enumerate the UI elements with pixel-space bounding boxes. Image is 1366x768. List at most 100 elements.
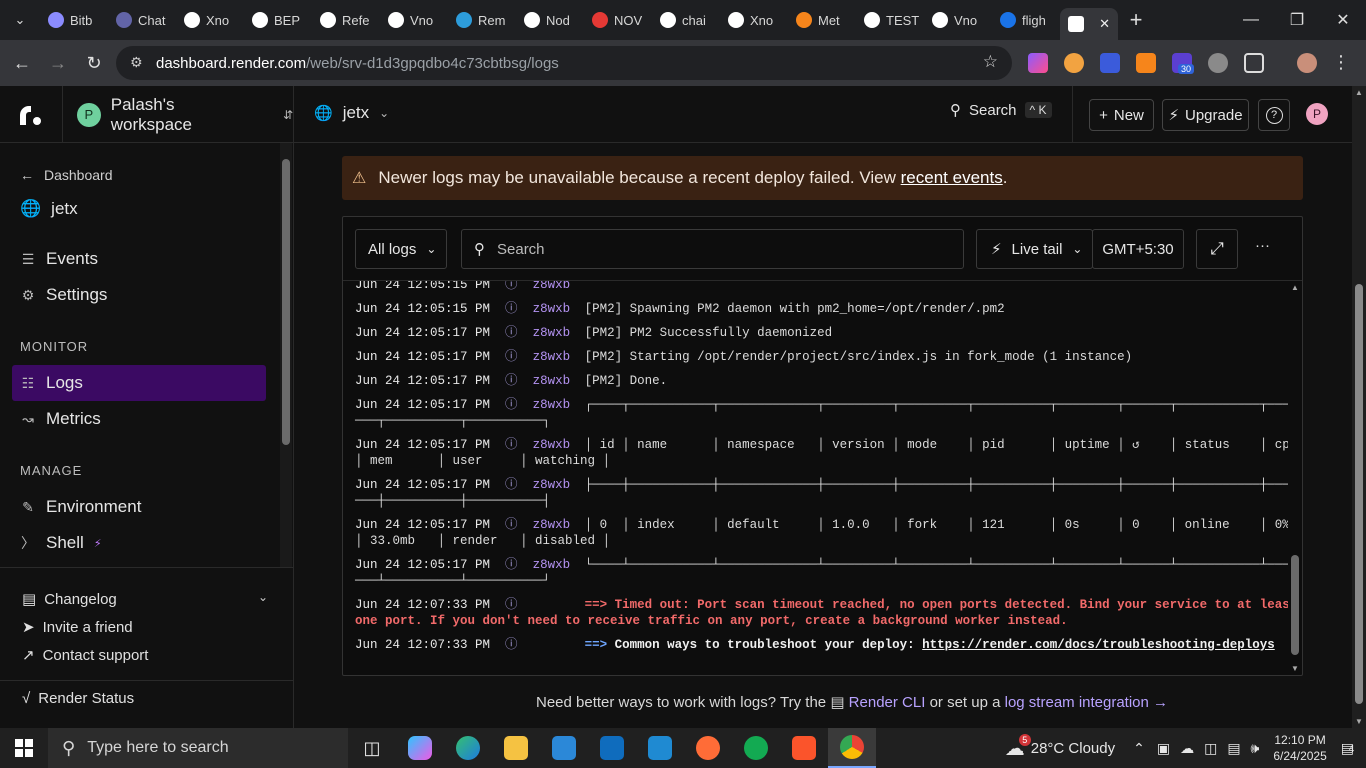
- bookmark-star-icon[interactable]: ☆: [983, 52, 998, 72]
- info-icon[interactable]: ⓘ: [505, 598, 518, 612]
- edge-icon[interactable]: [444, 728, 492, 768]
- browser-tab[interactable]: Met: [788, 4, 856, 36]
- extension-icon[interactable]: [1064, 53, 1084, 73]
- minimize-icon[interactable]: —: [1228, 0, 1274, 40]
- scrollbar-thumb[interactable]: [282, 159, 290, 445]
- new-tab-button[interactable]: +: [1118, 7, 1154, 33]
- mongodb-compass-icon[interactable]: [732, 728, 780, 768]
- sidebar-item-settings[interactable]: ⚙ Settings: [20, 285, 108, 305]
- logs-scrollbar[interactable]: ▲ ▼: [1288, 281, 1302, 675]
- browser-tab[interactable]: Chat: [108, 4, 176, 36]
- browser-menu-icon[interactable]: ⋮: [1332, 52, 1350, 73]
- network-icon[interactable]: ▤: [1227, 740, 1240, 757]
- info-icon[interactable]: ⓘ: [505, 281, 518, 292]
- close-window-icon[interactable]: ✕: [1320, 0, 1366, 40]
- cloud-sync-icon[interactable]: ☁: [1180, 740, 1194, 757]
- log-instance-id[interactable]: z8wxb: [533, 281, 585, 293]
- page-scrollbar[interactable]: ▲ ▼: [1352, 86, 1366, 728]
- scrollbar-thumb[interactable]: [1355, 284, 1363, 704]
- sidebar-item-shell[interactable]: 〉 Shell ⚡︎: [20, 533, 102, 553]
- search-button[interactable]: ⚲ Search ^ K: [950, 101, 1052, 119]
- log-instance-id[interactable]: z8wxb: [533, 557, 585, 573]
- info-icon[interactable]: ⓘ: [505, 638, 518, 652]
- log-instance-id[interactable]: z8wxb: [533, 397, 585, 413]
- profile-avatar[interactable]: [1297, 53, 1317, 73]
- extension-icon[interactable]: [1100, 53, 1120, 73]
- log-instance-id[interactable]: z8wxb: [533, 477, 585, 493]
- log-instance-id[interactable]: z8wxb: [533, 437, 585, 453]
- info-icon[interactable]: ⓘ: [505, 350, 518, 364]
- more-options-icon[interactable]: ···: [1255, 237, 1270, 254]
- log-instance-id[interactable]: z8wxb: [533, 373, 585, 389]
- info-icon[interactable]: ⓘ: [505, 326, 518, 340]
- site-info-icon[interactable]: ⚙: [130, 54, 143, 71]
- sidebar-scrollbar[interactable]: [280, 143, 292, 567]
- browser-tab[interactable]: fligh: [992, 4, 1060, 36]
- camera-icon[interactable]: ◫: [1204, 740, 1217, 757]
- tab-search-chevron-icon[interactable]: ⌄: [0, 12, 40, 28]
- brave-icon[interactable]: [780, 728, 828, 768]
- url-bar[interactable]: ⚙ dashboard.render.com/web/srv-d1d3gpqdb…: [116, 46, 1012, 80]
- forward-arrow-icon[interactable]: →: [40, 53, 76, 74]
- browser-tab[interactable]: Vno: [380, 4, 448, 36]
- sidebar-item-metrics[interactable]: ↝ Metrics: [20, 409, 101, 429]
- info-icon[interactable]: ⓘ: [505, 374, 518, 388]
- render-logo-icon[interactable]: [18, 104, 42, 126]
- project-switcher[interactable]: 🌐 jetx ⌄: [314, 103, 389, 123]
- postman-icon[interactable]: [684, 728, 732, 768]
- contact-support-link[interactable]: ↗ Contact support: [22, 646, 148, 665]
- troubleshooting-link[interactable]: https://render.com/docs/troubleshooting-…: [922, 638, 1275, 652]
- notifications-icon[interactable]: ▤ 4: [1341, 740, 1355, 757]
- browser-tab[interactable]: Nod: [516, 4, 584, 36]
- meet-icon[interactable]: ▣: [1157, 740, 1170, 757]
- expand-icon[interactable]: ⤢: [1196, 229, 1238, 269]
- scroll-down-icon[interactable]: ▼: [1291, 664, 1299, 673]
- render-status-link[interactable]: √ Render Status: [22, 690, 134, 707]
- info-icon[interactable]: ⓘ: [505, 478, 518, 492]
- outlook-icon[interactable]: [588, 728, 636, 768]
- log-filter-dropdown[interactable]: All logs ⌄: [355, 229, 447, 269]
- close-tab-icon[interactable]: ✕: [1099, 16, 1110, 32]
- task-view-icon[interactable]: ◫: [348, 728, 396, 768]
- render-cli-link[interactable]: Render CLI: [849, 694, 926, 711]
- browser-tab[interactable]: BEP: [244, 4, 312, 36]
- back-to-dashboard-link[interactable]: ← Dashboard: [20, 167, 113, 183]
- extension-icon[interactable]: [1208, 53, 1228, 73]
- log-stream-link[interactable]: log stream integration →: [1005, 694, 1168, 711]
- windows-start-button[interactable]: [0, 728, 48, 768]
- invite-friend-link[interactable]: ➤ Invite a friend: [22, 618, 133, 637]
- weather-text[interactable]: 28°C Cloudy: [1031, 740, 1115, 757]
- recent-events-link[interactable]: recent events: [901, 168, 1003, 187]
- sidebar-item-events[interactable]: ☰ Events: [20, 249, 98, 269]
- log-instance-id[interactable]: z8wxb: [533, 517, 585, 533]
- browser-tab[interactable]: Rem: [448, 4, 516, 36]
- user-avatar[interactable]: P: [1306, 103, 1328, 125]
- chevron-up-icon[interactable]: ⌃: [1133, 740, 1145, 757]
- help-button[interactable]: ?: [1258, 99, 1290, 131]
- live-tail-dropdown[interactable]: ⚡︎ Live tail ⌄: [976, 229, 1093, 269]
- browser-tab[interactable]: TEST: [856, 4, 924, 36]
- browser-tab[interactable]: Vno: [924, 4, 992, 36]
- log-search-input[interactable]: ⚲ Search: [461, 229, 964, 269]
- info-icon[interactable]: ⓘ: [505, 438, 518, 452]
- browser-tab[interactable]: NOV: [584, 4, 652, 36]
- scroll-up-icon[interactable]: ▲: [1291, 283, 1299, 292]
- restore-icon[interactable]: ❐: [1274, 0, 1320, 40]
- info-icon[interactable]: ⓘ: [505, 558, 518, 572]
- new-button[interactable]: + New: [1089, 99, 1154, 131]
- extension-icon[interactable]: [1028, 53, 1048, 73]
- browser-tab-active[interactable]: ✕: [1060, 8, 1118, 40]
- reload-icon[interactable]: ↻: [76, 53, 112, 74]
- log-instance-id[interactable]: z8wxb: [533, 325, 585, 341]
- browser-tab[interactable]: chai: [652, 4, 720, 36]
- chrome-icon[interactable]: [828, 728, 876, 768]
- scroll-down-icon[interactable]: ▼: [1355, 717, 1363, 726]
- log-instance-id[interactable]: z8wxb: [533, 301, 585, 317]
- store-icon[interactable]: [540, 728, 588, 768]
- sidebar-item-logs[interactable]: ☷ Logs: [20, 373, 83, 393]
- browser-tab[interactable]: Xno: [720, 4, 788, 36]
- info-icon[interactable]: ⓘ: [505, 302, 518, 316]
- info-icon[interactable]: ⓘ: [505, 518, 518, 532]
- browser-tab[interactable]: Bitb: [40, 4, 108, 36]
- scrollbar-thumb[interactable]: [1291, 555, 1299, 655]
